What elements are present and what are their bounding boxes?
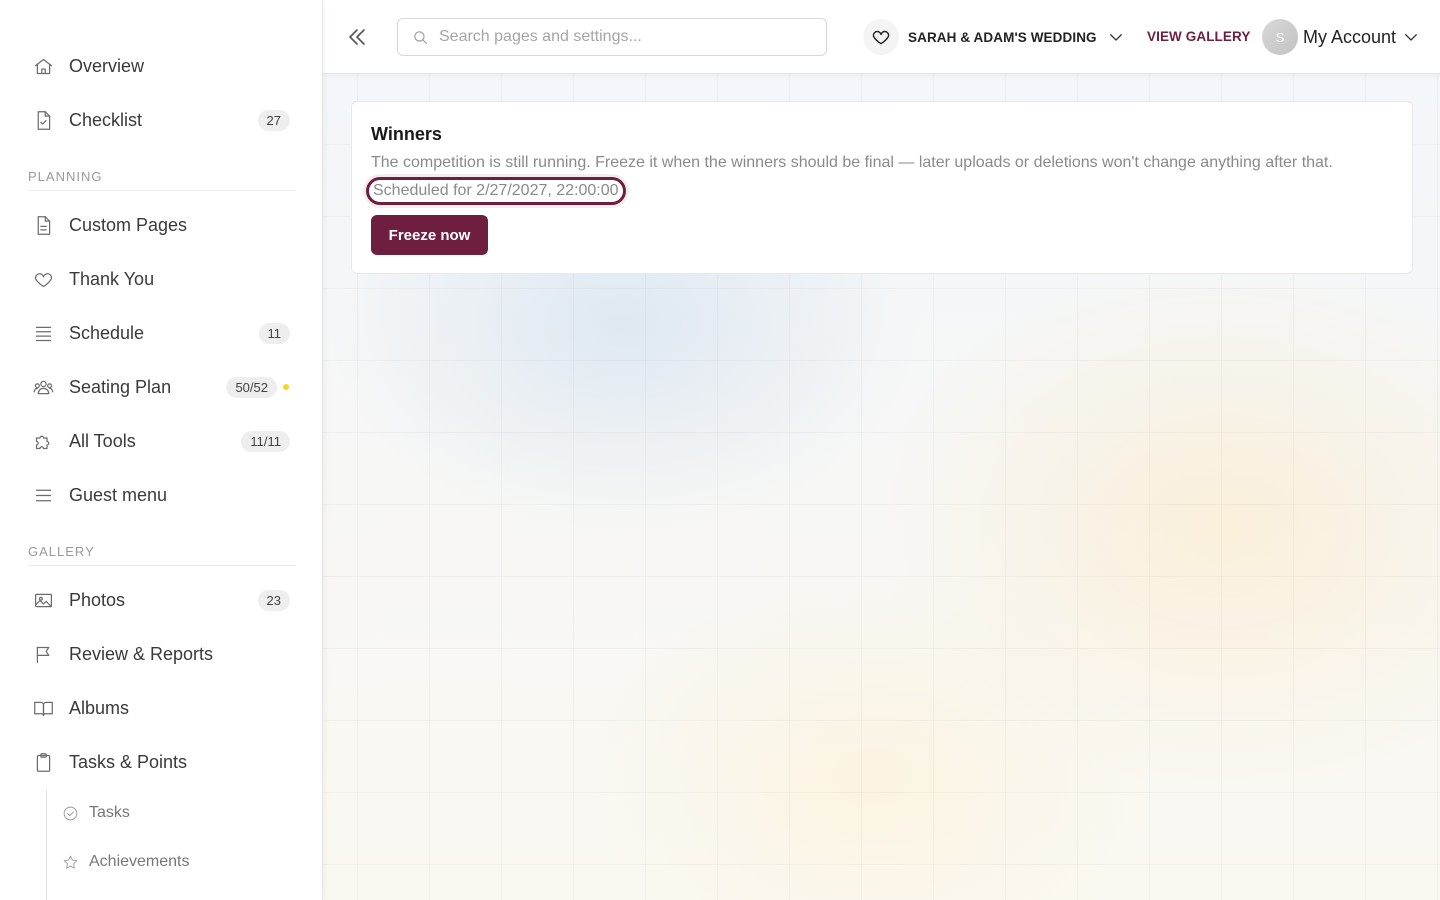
view-gallery-link[interactable]: VIEW GALLERY (1147, 29, 1250, 44)
sidebar-subitem-label: Achievements (89, 853, 190, 870)
scheduled-time: Scheduled for 2/27/2027, 22:00:00 (366, 177, 626, 205)
sidebar-item-review-reports[interactable]: Review & Reports (22, 632, 298, 676)
divider (28, 190, 296, 191)
divider (28, 565, 296, 566)
document-icon (32, 214, 54, 236)
count-badge: 11/11 (241, 430, 290, 452)
submenu-guide-line (46, 790, 47, 900)
sidebar-subitem-tasks[interactable]: Tasks (62, 795, 130, 831)
image-icon (32, 589, 54, 611)
freeze-now-button[interactable]: Freeze now (371, 215, 488, 255)
sidebar-item-label: Albums (69, 697, 130, 718)
sidebar-item-seating-plan[interactable]: Seating Plan 50/52 (22, 365, 298, 409)
winners-card: Winners The competition is still running… (351, 101, 1413, 274)
sidebar-subitem-achievements[interactable]: Achievements (62, 844, 190, 880)
sidebar-item-all-tools[interactable]: All Tools 11/11 (22, 419, 298, 463)
card-description: The competition is still running. Freeze… (371, 154, 1333, 171)
event-name: SARAH & ADAM'S WEDDING (908, 29, 1097, 45)
sidebar-item-label: Checklist (69, 109, 143, 130)
sidebar-item-schedule[interactable]: Schedule 11 (22, 311, 298, 355)
sidebar-item-label: Custom Pages (69, 214, 188, 235)
sidebar-item-custom-pages[interactable]: Custom Pages (22, 203, 298, 247)
sidebar-item-label: Photos (69, 589, 126, 610)
sidebar-item-label: Guest menu (69, 484, 168, 505)
sidebar-item-tasks-points[interactable]: Tasks & Points (22, 740, 298, 784)
check-circle-icon (62, 805, 79, 822)
sidebar-item-overview[interactable]: Overview (22, 44, 298, 88)
sidebar: Overview Checklist 27 PLANNING Custom Pa… (0, 0, 323, 900)
flag-icon (32, 643, 54, 665)
search-icon (414, 30, 428, 44)
sidebar-item-albums[interactable]: Albums (22, 686, 298, 730)
card-title: Winners (371, 124, 442, 144)
sidebar-item-photos[interactable]: Photos 23 (22, 578, 298, 622)
collapse-sidebar-button[interactable] (343, 22, 371, 52)
menu-icon (32, 484, 54, 506)
avatar: S (1262, 19, 1298, 55)
home-icon (32, 55, 54, 77)
sidebar-item-label: Schedule (69, 322, 145, 343)
chevron-down-icon (1107, 28, 1125, 46)
event-selector[interactable]: SARAH & ADAM'S WEDDING (863, 19, 1125, 55)
status-indicator-dot (283, 384, 289, 390)
heart-icon (863, 19, 899, 55)
count-badge: 50/52 (226, 376, 277, 398)
account-label: My Account (1303, 26, 1397, 47)
sidebar-item-label: Thank You (69, 268, 155, 289)
count-badge: 11 (258, 322, 290, 344)
star-icon (62, 854, 79, 871)
clipboard-icon (32, 751, 54, 773)
double-chevron-left-icon (349, 29, 365, 45)
count-badge: 23 (257, 589, 290, 611)
list-icon (32, 322, 54, 344)
account-menu[interactable]: S My Account (1262, 18, 1420, 56)
sidebar-item-checklist[interactable]: Checklist 27 (22, 98, 298, 142)
main-content: Winners The competition is still running… (323, 74, 1440, 900)
section-heading-gallery: GALLERY (28, 544, 95, 559)
search-box[interactable] (397, 18, 827, 56)
sidebar-item-label: Review & Reports (69, 643, 214, 664)
sidebar-item-guest-menu[interactable]: Guest menu (22, 473, 298, 517)
people-icon (32, 376, 54, 398)
top-bar: SARAH & ADAM'S WEDDING VIEW GALLERY S My… (323, 0, 1440, 74)
checklist-icon (32, 109, 54, 131)
book-icon (32, 697, 54, 719)
sidebar-subitem-label: Tasks (89, 804, 130, 821)
heart-icon (32, 268, 54, 290)
sidebar-item-label: Overview (69, 55, 145, 76)
chevron-down-icon (1402, 28, 1420, 46)
sidebar-item-thank-you[interactable]: Thank You (22, 257, 298, 301)
section-heading-planning: PLANNING (28, 169, 103, 184)
sidebar-item-label: Tasks & Points (69, 751, 188, 772)
sidebar-item-label: All Tools (69, 430, 136, 451)
puzzle-icon (32, 430, 54, 452)
search-input[interactable] (439, 28, 809, 46)
count-badge: 27 (257, 109, 290, 131)
sidebar-item-label: Seating Plan (69, 376, 172, 397)
